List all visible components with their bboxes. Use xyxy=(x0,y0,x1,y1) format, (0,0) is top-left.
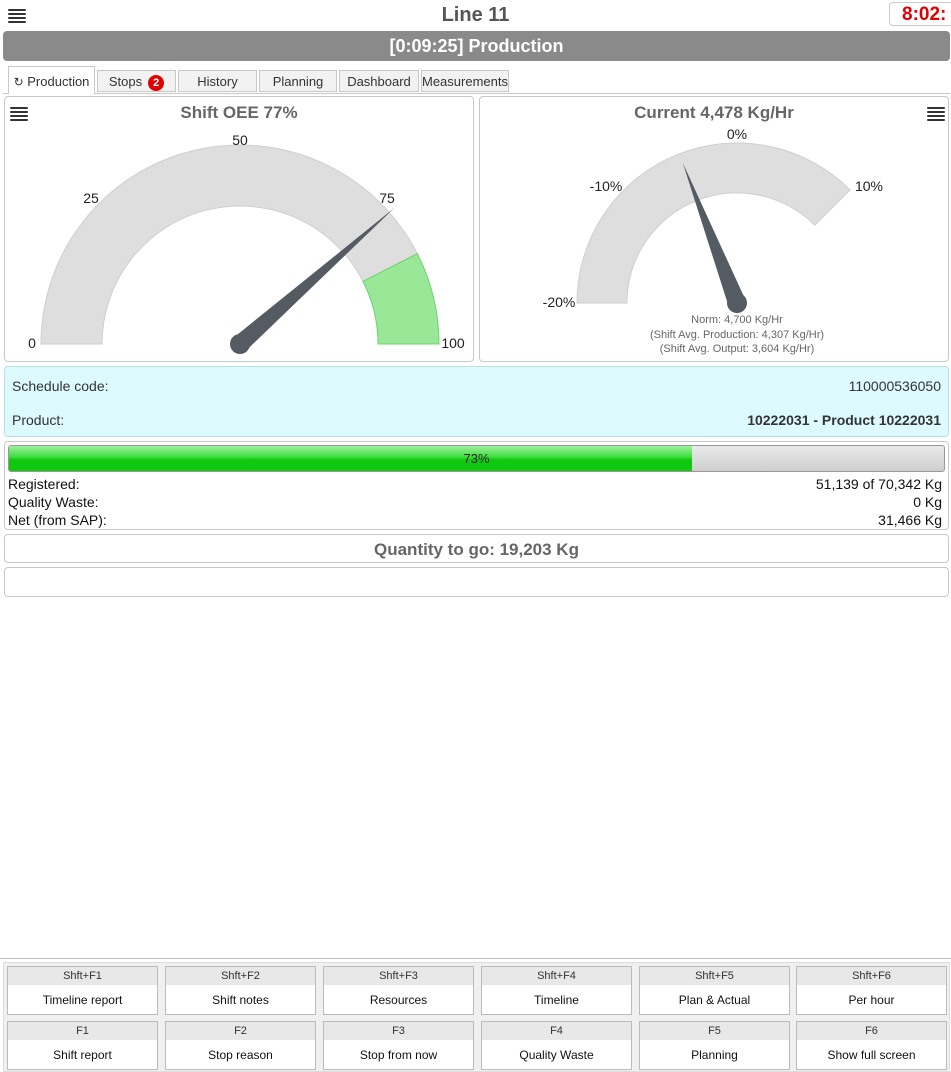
tab-divider xyxy=(3,93,950,94)
net-label: Net (from SAP): xyxy=(8,512,107,528)
net-value: 31,466 Kg xyxy=(878,512,942,528)
fkey-label: Plan & Actual xyxy=(678,993,751,1007)
fkey-quality-waste-button[interactable]: F4 Quality Waste xyxy=(481,1021,632,1070)
schedule-info-panel: Schedule code: 110000536050 Product: 102… xyxy=(4,366,949,437)
oee-gauge-hub xyxy=(230,334,250,354)
fkey-stop-from-now-button[interactable]: F3 Stop from now xyxy=(323,1021,474,1070)
oee-tick-label: 50 xyxy=(232,132,248,148)
registered-label: Registered: xyxy=(8,476,80,492)
top-bar: Line 11 8:02: xyxy=(0,0,951,30)
oee-gauge: 0 25 50 75 100 xyxy=(28,132,465,354)
fkey-label: Stop reason xyxy=(208,1048,273,1062)
fkey-plan-actual-button[interactable]: Shft+F5 Plan & Actual xyxy=(639,966,790,1015)
rate-norm-text: Norm: 4,700 Kg/Hr xyxy=(691,314,783,326)
rate-avg-production-text: (Shift Avg. Production: 4,307 Kg/Hr) xyxy=(650,329,824,341)
schedule-code-value: 110000536050 xyxy=(848,378,941,394)
quality-waste-value: 0 Kg xyxy=(913,494,942,510)
fkey-timeline-report-button[interactable]: Shft+F1 Timeline report xyxy=(7,966,158,1015)
fkey-shortcut: Shft+F3 xyxy=(324,967,473,985)
rate-gauge-hub xyxy=(727,293,747,313)
fkey-per-hour-button[interactable]: Shft+F6 Per hour xyxy=(796,966,947,1015)
product-value: 10222031 - Product 10222031 xyxy=(747,412,941,428)
fkey-shortcut: F3 xyxy=(324,1022,473,1040)
tab-measurements-label: Measurements xyxy=(422,74,508,89)
status-bar: [0:09:25] Production xyxy=(3,31,950,61)
tab-history[interactable]: History xyxy=(178,70,257,92)
tab-dashboard-label: Dashboard xyxy=(347,74,411,89)
fkey-timeline-button[interactable]: Shft+F4 Timeline xyxy=(481,966,632,1015)
rate-tick-label: 0% xyxy=(727,126,747,142)
page-title: Line 11 xyxy=(441,4,510,26)
oee-tick-label: 0 xyxy=(28,335,36,351)
quantity-to-go: Quantity to go: 19,203 Kg xyxy=(4,534,949,563)
rate-gauge: -20% -10% 0% 10% Norm: 4,700 Kg/Hr (Shift A… xyxy=(543,126,883,355)
tab-measurements[interactable]: Measurements xyxy=(421,70,509,92)
oee-tick-label: 25 xyxy=(83,190,99,206)
tab-planning-label: Planning xyxy=(272,74,324,89)
tab-production-label: Production xyxy=(27,74,90,89)
tab-stops-label: Stops xyxy=(108,74,143,89)
footer-divider xyxy=(0,958,951,959)
rate-tick-label: -20% xyxy=(543,294,576,310)
rate-avg-output-text: (Shift Avg. Output: 3,604 Kg/Hr) xyxy=(660,343,815,355)
rate-tick-label: -10% xyxy=(590,178,623,194)
fkey-shift-notes-button[interactable]: Shft+F2 Shift notes xyxy=(165,966,316,1015)
net-row: Net (from SAP): 31,466 Kg xyxy=(8,512,942,529)
registered-row: Registered: 51,139 of 70,342 Kg xyxy=(8,476,942,493)
rate-tick-label: 10% xyxy=(855,178,883,194)
oee-tick-label: 100 xyxy=(441,335,465,351)
fkey-shift-report-button[interactable]: F1 Shift report xyxy=(7,1021,158,1070)
fkey-shortcut: F2 xyxy=(166,1022,315,1040)
fkey-resources-button[interactable]: Shft+F3 Resources xyxy=(323,966,474,1015)
clock: 8:02: xyxy=(889,2,951,26)
fkey-shortcut: Shft+F1 xyxy=(8,967,157,985)
tab-stops[interactable]: Stops 2 xyxy=(97,70,176,92)
fkey-label: Timeline xyxy=(534,993,579,1007)
tab-history-label: History xyxy=(197,74,238,89)
fkey-label: Resources xyxy=(369,993,428,1007)
fkey-shortcut: F6 xyxy=(797,1022,946,1040)
fkey-show-full-screen-button[interactable]: F6 Show full screen xyxy=(796,1021,947,1070)
fkey-label: Quality Waste xyxy=(519,1048,594,1062)
empty-panel xyxy=(4,567,949,597)
progress-bar-text: 73% xyxy=(463,451,490,466)
quality-waste-label: Quality Waste: xyxy=(8,494,99,510)
tab-production[interactable]: ↻ Production xyxy=(8,66,95,94)
fkey-shortcut: F4 xyxy=(482,1022,631,1040)
oee-gauge-track xyxy=(40,144,418,345)
progress-panel: 73% Registered: 51,139 of 70,342 Kg Qual… xyxy=(4,441,949,530)
fkey-shortcut: Shft+F4 xyxy=(482,967,631,985)
fkey-shortcut: F1 xyxy=(8,1022,157,1040)
fkey-label: Stop from now xyxy=(359,1048,438,1062)
fkey-planning-button[interactable]: F5 Planning xyxy=(639,1021,790,1070)
tab-planning[interactable]: Planning xyxy=(259,70,337,92)
oee-tick-label: 75 xyxy=(379,190,395,206)
fkey-stop-reason-button[interactable]: F2 Stop reason xyxy=(165,1021,316,1070)
fkey-shortcut: F5 xyxy=(640,1022,789,1040)
fkey-label: Planning xyxy=(691,1048,738,1062)
fkey-label: Per hour xyxy=(848,993,895,1007)
registered-value: 51,139 of 70,342 Kg xyxy=(815,476,942,492)
function-key-bar: Shft+F1 Timeline report Shft+F2 Shift no… xyxy=(3,962,950,1072)
rate-gauge-panel: Current 4,478 Kg/Hr -20% -10% 0% 10% Norm: … xyxy=(479,96,949,362)
refresh-icon: ↻ xyxy=(13,75,24,89)
quality-waste-row: Quality Waste: 0 Kg xyxy=(8,494,942,511)
fkey-label: Timeline report xyxy=(42,993,123,1007)
tab-dashboard[interactable]: Dashboard xyxy=(339,70,419,92)
fkey-label: Show full screen xyxy=(827,1048,916,1062)
oee-gauge-panel: Shift OEE 77% 0 25 50 75 100 xyxy=(4,96,474,362)
rate-gauge-track xyxy=(576,142,851,304)
fkey-shortcut: Shft+F6 xyxy=(797,967,946,985)
stops-count-badge: 2 xyxy=(148,74,165,91)
fkey-shortcut: Shft+F2 xyxy=(166,967,315,985)
schedule-code-label: Schedule code: xyxy=(12,378,109,394)
fkey-label: Shift notes xyxy=(212,993,269,1007)
fkey-label: Shift report xyxy=(53,1048,112,1062)
progress-bar: 73% xyxy=(8,445,945,472)
fkey-shortcut: Shft+F5 xyxy=(640,967,789,985)
product-label: Product: xyxy=(12,412,65,428)
